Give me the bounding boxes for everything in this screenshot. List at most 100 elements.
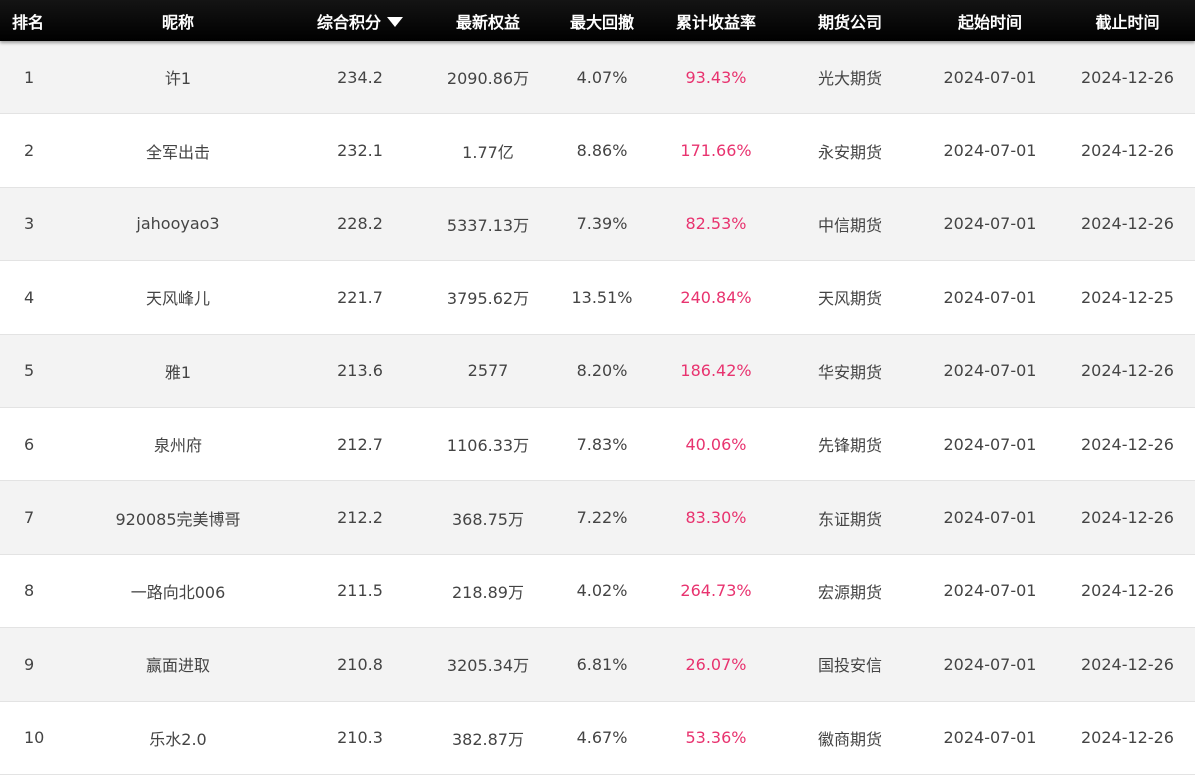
return-cell: 186.42% <box>680 361 752 381</box>
company-cell: 徽商期货 <box>817 729 882 749</box>
score-cell: 212.7 <box>337 434 383 454</box>
return-cell: 82.53% <box>685 214 747 234</box>
return-cell: 53.36% <box>685 728 747 748</box>
drawdown-cell: 8.20% <box>576 361 628 381</box>
score-cell: 213.6 <box>337 361 383 381</box>
nickname-cell[interactable]: 920085完美博哥 <box>60 506 296 530</box>
score-cell: 228.2 <box>337 214 383 234</box>
header-start[interactable]: 起始时间 <box>920 9 1060 33</box>
nickname-cell[interactable]: 一路向北006 <box>60 579 296 603</box>
nickname-cell[interactable]: 许1 <box>60 65 296 89</box>
start-date-cell: 2024-07-01 <box>943 581 1037 601</box>
rank-cell: 7 <box>24 508 35 528</box>
start-date-cell: 2024-07-01 <box>943 67 1037 87</box>
rank-cell: 1 <box>24 67 35 87</box>
start-date-cell: 2024-07-01 <box>943 654 1037 674</box>
score-cell: 212.2 <box>337 508 383 528</box>
table-row[interactable]: 2 全军出击 232.1 1.77亿 8.86% 171.66% 永安期货 20… <box>0 114 1195 188</box>
equity-cell: 2577 <box>467 361 509 381</box>
company-cell: 先锋期货 <box>817 436 882 456</box>
score-cell: 232.1 <box>337 141 383 161</box>
end-date-cell: 2024-12-26 <box>1081 654 1174 674</box>
table-row[interactable]: 9 赢面进取 210.8 3205.34万 6.81% 26.07% 国投安信 … <box>0 628 1195 702</box>
nickname-cell[interactable]: 天风峰儿 <box>60 285 296 309</box>
return-cell: 240.84% <box>680 287 752 307</box>
company-cell: 国投安信 <box>817 656 882 676</box>
header-score[interactable]: 综合积分 <box>296 9 424 33</box>
header-return[interactable]: 累计收益率 <box>652 9 780 33</box>
score-cell: 210.8 <box>337 654 383 674</box>
equity-cell: 218.89万 <box>452 582 524 602</box>
company-cell: 中信期货 <box>817 215 882 235</box>
ranking-table: 排名 昵称 综合积分 最新权益 最大回撤 累计收益率 期货公司 起始时间 截止时… <box>0 0 1195 781</box>
nickname-cell[interactable]: jahooyao3 <box>60 214 296 233</box>
header-end[interactable]: 截止时间 <box>1060 9 1195 33</box>
table-row[interactable]: 1 许1 234.2 2090.86万 4.07% 93.43% 光大期货 20… <box>0 41 1195 115</box>
start-date-cell: 2024-07-01 <box>943 728 1037 748</box>
table-body: 1 许1 234.2 2090.86万 4.07% 93.43% 光大期货 20… <box>0 41 1195 775</box>
drawdown-cell: 13.51% <box>571 287 633 307</box>
equity-cell: 382.87万 <box>452 729 524 749</box>
return-cell: 264.73% <box>680 581 752 601</box>
nickname-cell[interactable]: 全军出击 <box>60 139 296 163</box>
equity-cell: 1.77亿 <box>462 142 514 162</box>
start-date-cell: 2024-07-01 <box>943 141 1037 161</box>
end-date-cell: 2024-12-26 <box>1081 67 1174 87</box>
drawdown-cell: 4.67% <box>576 728 628 748</box>
return-cell: 83.30% <box>685 508 747 528</box>
score-cell: 221.7 <box>337 287 383 307</box>
return-cell: 26.07% <box>685 654 747 674</box>
end-date-cell: 2024-12-26 <box>1081 141 1174 161</box>
table-row[interactable]: 10 乐水2.0 210.3 382.87万 4.67% 53.36% 徽商期货… <box>0 701 1195 775</box>
end-date-cell: 2024-12-26 <box>1081 728 1174 748</box>
start-date-cell: 2024-07-01 <box>943 434 1037 454</box>
return-cell: 171.66% <box>680 141 752 161</box>
score-cell: 211.5 <box>337 581 383 601</box>
end-date-cell: 2024-12-26 <box>1081 361 1174 381</box>
nickname-cell[interactable]: 雅1 <box>60 359 296 383</box>
nickname-cell[interactable]: 泉州府 <box>60 432 296 456</box>
header-nickname[interactable]: 昵称 <box>60 9 296 33</box>
table-row[interactable]: 8 一路向北006 211.5 218.89万 4.02% 264.73% 宏源… <box>0 554 1195 629</box>
table-header: 排名 昵称 综合积分 最新权益 最大回撤 累计收益率 期货公司 起始时间 截止时… <box>0 0 1195 41</box>
table-row[interactable]: 7 920085完美博哥 212.2 368.75万 7.22% 83.30% … <box>0 481 1195 555</box>
rank-cell: 10 <box>24 728 45 748</box>
table-row[interactable]: 6 泉州府 212.7 1106.33万 7.83% 40.06% 先锋期货 2… <box>0 407 1195 482</box>
nickname-cell[interactable]: 乐水2.0 <box>60 726 296 750</box>
header-rank[interactable]: 排名 <box>0 9 60 33</box>
start-date-cell: 2024-07-01 <box>943 287 1037 307</box>
rank-cell: 6 <box>24 434 35 454</box>
rank-cell: 9 <box>24 654 35 674</box>
header-equity[interactable]: 最新权益 <box>424 9 552 33</box>
table-row[interactable]: 3 jahooyao3 228.2 5337.13万 7.39% 82.53% … <box>0 187 1195 262</box>
equity-cell: 368.75万 <box>452 509 524 529</box>
drawdown-cell: 7.39% <box>576 214 628 234</box>
drawdown-cell: 4.07% <box>576 67 628 87</box>
equity-cell: 1106.33万 <box>446 436 530 456</box>
score-cell: 210.3 <box>337 728 383 748</box>
rank-cell: 2 <box>24 141 35 161</box>
equity-cell: 3205.34万 <box>446 656 530 676</box>
start-date-cell: 2024-07-01 <box>943 361 1037 381</box>
table-row[interactable]: 5 雅1 213.6 2577 8.20% 186.42% 华安期货 2024-… <box>0 334 1195 408</box>
rank-cell: 8 <box>24 581 35 601</box>
company-cell: 东证期货 <box>817 509 882 529</box>
drawdown-cell: 7.22% <box>576 508 628 528</box>
company-cell: 天风期货 <box>817 289 882 309</box>
company-cell: 华安期货 <box>817 362 882 382</box>
nickname-cell[interactable]: 赢面进取 <box>60 652 296 676</box>
end-date-cell: 2024-12-26 <box>1081 434 1174 454</box>
table-row[interactable]: 4 天风峰儿 221.7 3795.62万 13.51% 240.84% 天风期… <box>0 261 1195 335</box>
company-cell: 光大期货 <box>817 69 882 89</box>
rank-cell: 4 <box>24 287 35 307</box>
start-date-cell: 2024-07-01 <box>943 214 1037 234</box>
score-cell: 234.2 <box>337 67 383 87</box>
header-drawdown[interactable]: 最大回撤 <box>552 9 652 33</box>
caret-down-icon[interactable] <box>387 16 403 27</box>
end-date-cell: 2024-12-26 <box>1081 214 1174 234</box>
header-company[interactable]: 期货公司 <box>780 9 920 33</box>
drawdown-cell: 6.81% <box>576 654 628 674</box>
return-cell: 93.43% <box>685 67 747 87</box>
drawdown-cell: 7.83% <box>576 434 628 454</box>
end-date-cell: 2024-12-26 <box>1081 508 1174 528</box>
